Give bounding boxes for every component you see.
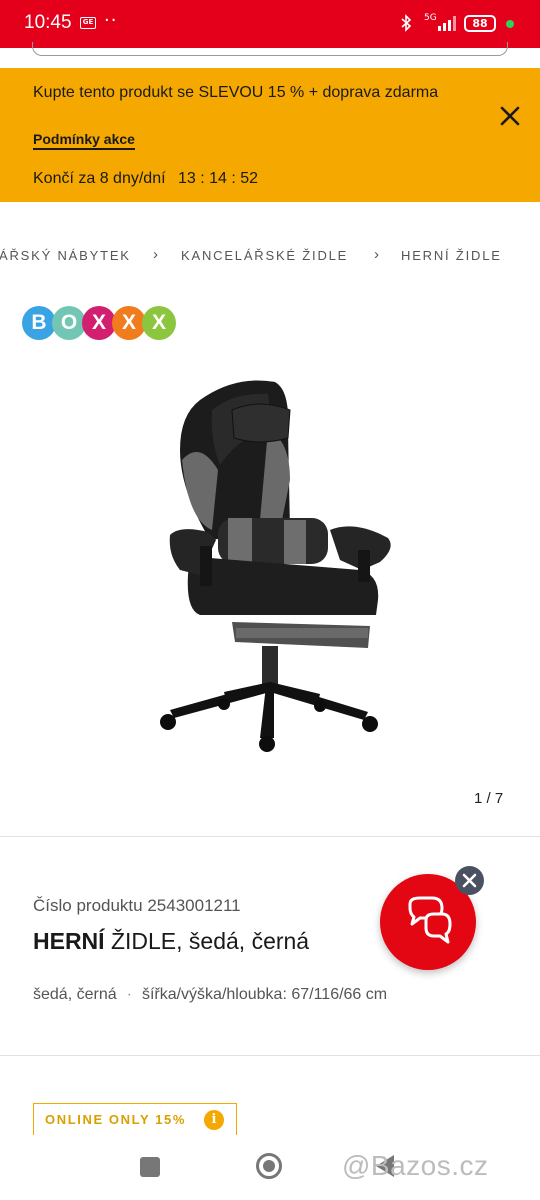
product-dimensions: šířka/výška/hloubka: 67/116/66 cm bbox=[141, 986, 388, 1003]
divider bbox=[0, 836, 540, 837]
chevron-right-icon: › bbox=[374, 246, 379, 263]
signal-icon bbox=[438, 16, 456, 31]
online-only-label: ONLINE ONLY 15% bbox=[45, 1112, 187, 1127]
online-only-badge: ONLINE ONLY 15% i bbox=[33, 1103, 237, 1137]
breadcrumb: ÁŘSKÝ NÁBYTEK › KANCELÁŘSKÉ ŽIDLE › HERN… bbox=[0, 246, 540, 270]
logo-letter: X bbox=[82, 306, 116, 340]
chat-close-button[interactable] bbox=[455, 866, 484, 895]
breadcrumb-item-office-chairs[interactable]: KANCELÁŘSKÉ ŽIDLE bbox=[181, 248, 348, 263]
countdown-timer: 13 : 14 : 52 bbox=[177, 170, 259, 187]
promo-banner: Kupte tento produkt se SLEVOU 15 % + dop… bbox=[0, 68, 540, 202]
separator-dot: · bbox=[126, 986, 132, 1003]
sim-icon: GE bbox=[80, 17, 96, 29]
product-number: Číslo produktu 2543001211 bbox=[33, 896, 241, 915]
close-icon bbox=[462, 873, 477, 888]
logo-letter: O bbox=[52, 306, 86, 340]
notification-dots-icon: ·· bbox=[104, 10, 118, 31]
battery-icon: 88 bbox=[464, 15, 496, 32]
status-bar: 10:45 GE ·· 5G 88 bbox=[0, 0, 540, 48]
promo-text: Kupte tento produkt se SLEVOU 15 % + dop… bbox=[33, 84, 439, 101]
promo-terms-link[interactable]: Podmínky akce bbox=[33, 131, 135, 150]
logo-letter: B bbox=[22, 306, 56, 340]
recent-apps-button[interactable] bbox=[140, 1157, 160, 1177]
close-icon[interactable] bbox=[496, 102, 524, 130]
bluetooth-icon bbox=[401, 14, 412, 32]
product-title: HERNÍ ŽIDLE, šedá, černá bbox=[33, 928, 310, 954]
product-image[interactable] bbox=[140, 370, 410, 760]
product-color: šedá, černá bbox=[33, 986, 117, 1003]
product-attributes: šedá, černá · šířka/výška/hloubka: 67/116/… bbox=[33, 986, 387, 1004]
breadcrumb-item-furniture[interactable]: ÁŘSKÝ NÁBYTEK bbox=[0, 248, 131, 263]
privacy-indicator-icon bbox=[506, 20, 514, 28]
search-box-edge bbox=[0, 42, 540, 68]
chevron-right-icon: › bbox=[153, 246, 158, 263]
watermark: @Bazos.cz bbox=[342, 1150, 489, 1181]
countdown-label: Končí za 8 dny/dní bbox=[33, 170, 166, 187]
info-icon[interactable]: i bbox=[204, 1110, 224, 1130]
divider bbox=[0, 1055, 540, 1056]
network-type: 5G bbox=[424, 13, 437, 23]
brand-logo[interactable]: B O X X X bbox=[22, 306, 182, 342]
promo-countdown: Končí za 8 dny/dní 13 : 14 : 52 bbox=[33, 170, 258, 188]
status-time: 10:45 bbox=[24, 12, 72, 33]
breadcrumb-item-gaming-chairs[interactable]: HERNÍ ŽIDLE bbox=[401, 248, 502, 263]
home-button[interactable] bbox=[256, 1153, 282, 1179]
gallery-counter: 1 / 7 bbox=[474, 790, 504, 807]
logo-letter: X bbox=[142, 306, 176, 340]
logo-letter: X bbox=[112, 306, 146, 340]
